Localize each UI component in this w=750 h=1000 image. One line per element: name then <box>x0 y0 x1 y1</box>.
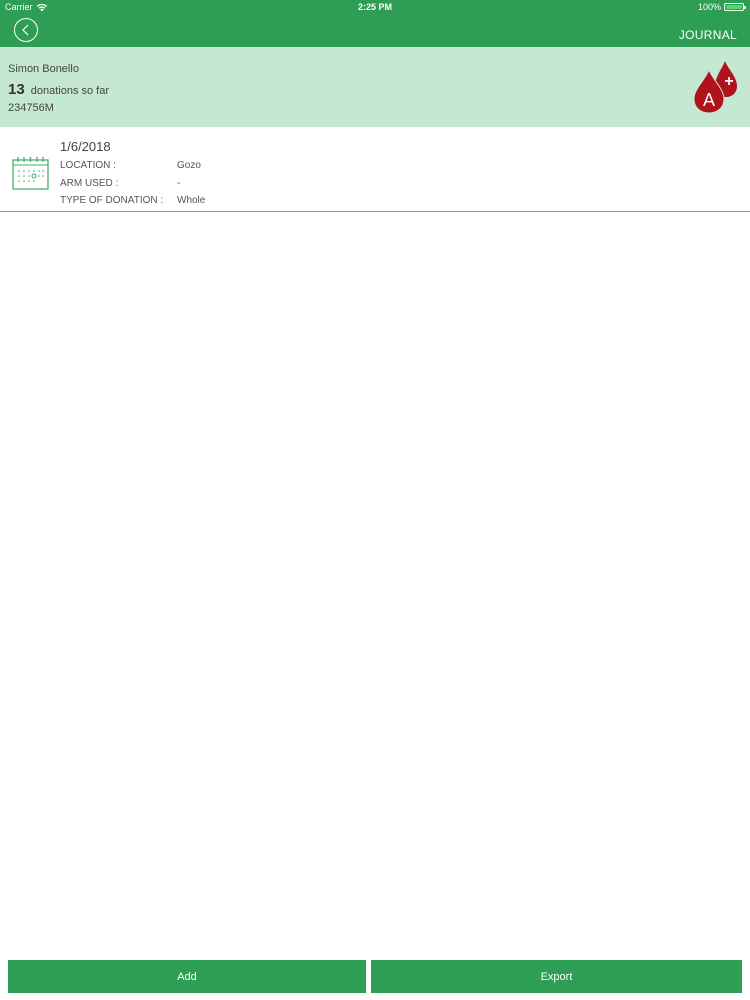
calendar-icon <box>12 157 49 190</box>
arm-value: - <box>177 178 181 189</box>
donor-name: Simon Bonello <box>8 63 79 75</box>
blood-type-sign: + <box>724 73 733 90</box>
donation-count: 13 <box>8 81 25 98</box>
location-label: LOCATION : <box>60 160 116 171</box>
battery-percentage: 100% <box>697 2 721 12</box>
entry-location-row: LOCATION : Gozo <box>60 160 201 171</box>
page-title: JOURNAL <box>678 28 737 42</box>
donation-count-suffix: donations so far <box>30 85 110 97</box>
donor-id: 234756M <box>8 102 54 114</box>
battery-status: 100% <box>697 2 746 12</box>
export-button[interactable]: Export <box>371 960 742 993</box>
blood-drop-a-positive-icon: A + <box>693 61 737 114</box>
blood-type-letter: A <box>703 90 715 110</box>
entry-type-row: TYPE OF DONATION : Whole <box>60 195 205 206</box>
top-bar: Carrier 2:25 PM 100% JOURNAL <box>0 0 750 47</box>
add-button[interactable]: Add <box>8 960 366 993</box>
status-bar: Carrier 2:25 PM 100% <box>0 0 750 14</box>
donor-profile-header: Simon Bonello 13 donations so far 234756… <box>0 47 750 127</box>
location-value: Gozo <box>177 160 201 171</box>
donation-type-label: TYPE OF DONATION : <box>60 195 164 206</box>
donation-type-value: Whole <box>177 195 206 206</box>
entry-date: 1/6/2018 <box>60 139 111 154</box>
battery-icon <box>724 3 746 11</box>
entry-arm-row: ARM USED : - <box>60 178 180 189</box>
donation-entry[interactable]: 1/6/2018 LOCATION : Gozo ARM USED : - TYPE… <box>0 127 750 212</box>
donation-count-line: 13 donations so far <box>8 81 109 98</box>
arm-label: ARM USED : <box>60 178 119 189</box>
back-button[interactable] <box>14 18 38 42</box>
chevron-left-icon <box>22 24 29 36</box>
status-time: 2:25 PM <box>357 2 392 12</box>
